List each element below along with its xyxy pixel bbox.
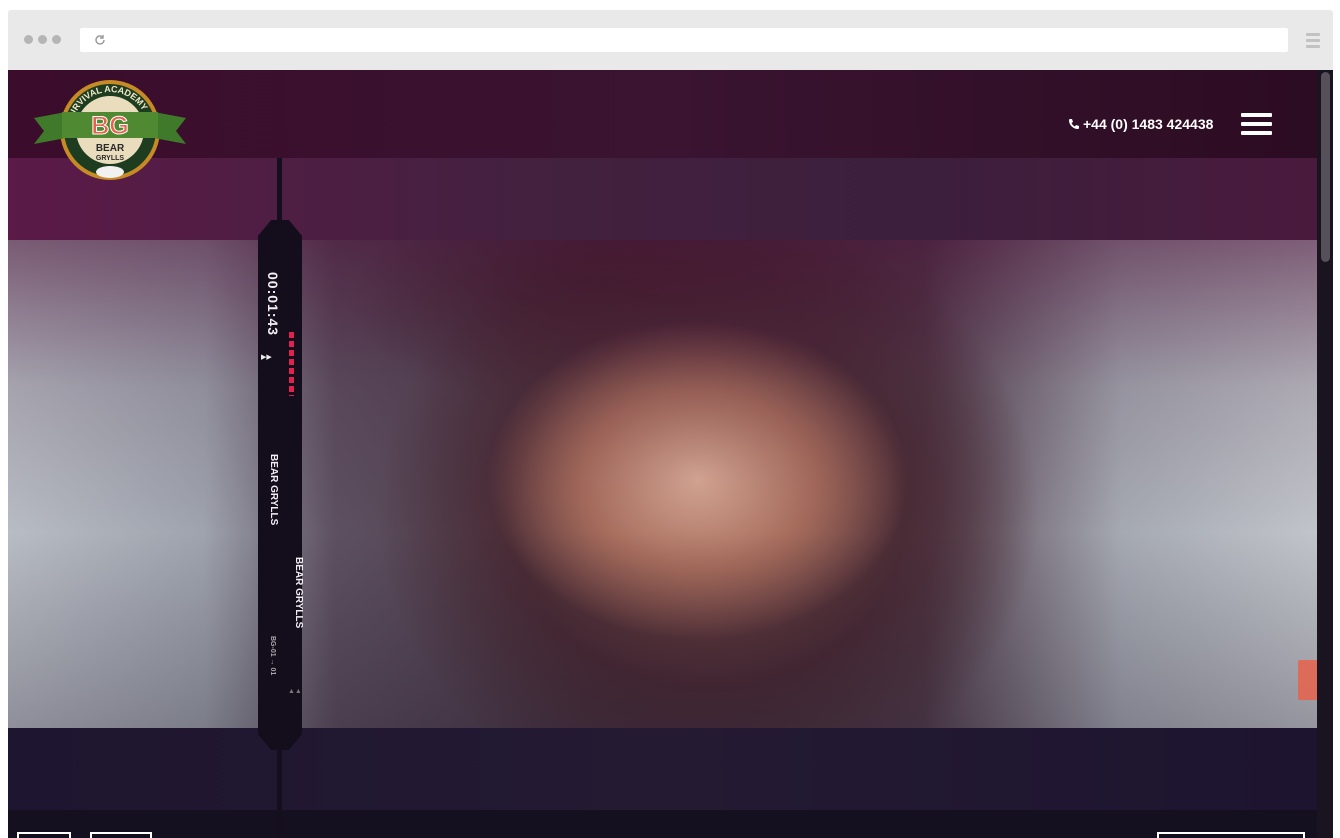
hero-video[interactable]: 00:01:43 ▶▶ BEAR GRYLLS BEAR GRYLLS BG-0… — [8, 70, 1317, 838]
bottom-cta-button[interactable] — [1157, 832, 1305, 838]
window-controls — [24, 35, 61, 44]
bottom-nav-button[interactable] — [90, 832, 152, 838]
browser-window: 00:01:43 ▶▶ BEAR GRYLLS BEAR GRYLLS BG-0… — [8, 10, 1333, 838]
window-dot-icon[interactable] — [38, 35, 47, 44]
hero-image-overlay — [8, 240, 1317, 728]
red-indicator — [289, 332, 294, 396]
lower-letterbox — [8, 728, 1317, 810]
upper-letterbox — [8, 158, 1317, 240]
hamburger-menu-icon[interactable] — [1241, 113, 1272, 137]
footer-band — [8, 810, 1317, 838]
play-arrows-icon: ▶▶ — [261, 354, 272, 361]
hud-name-label: BEAR GRYLLS — [293, 557, 304, 629]
phone-icon — [1069, 119, 1079, 129]
video-watermark — [1298, 660, 1317, 700]
scrollbar-thumb[interactable] — [1321, 72, 1330, 262]
browser-toolbar — [8, 10, 1333, 70]
phone-link[interactable]: +44 (0) 1483 424438 — [1068, 116, 1213, 132]
phone-number[interactable]: +44 (0) 1483 424438 — [1083, 116, 1213, 132]
hud-arrows-icon: ▲▲ — [288, 688, 302, 695]
hud-name-label: BEAR GRYLLS — [268, 454, 279, 526]
page-viewport: 00:01:43 ▶▶ BEAR GRYLLS BEAR GRYLLS BG-0… — [8, 70, 1333, 838]
address-bar[interactable] — [80, 28, 1288, 52]
svg-text:GRYLLS: GRYLLS — [96, 155, 124, 162]
svg-text:BG: BG — [91, 112, 129, 140]
hud-tag: BG-01 → 01 — [269, 636, 276, 676]
header-band — [8, 70, 1317, 158]
scrollbar[interactable] — [1317, 70, 1333, 838]
reload-icon[interactable] — [93, 33, 107, 47]
bottom-nav-button[interactable] — [17, 832, 71, 838]
survival-academy-logo[interactable]: SURVIVAL ACADEMY BG BEAR GRYLLS — [32, 78, 188, 186]
window-dot-icon[interactable] — [52, 35, 61, 44]
window-dot-icon[interactable] — [24, 35, 33, 44]
timecode: 00:01:43 — [265, 272, 281, 337]
browser-menu-icon[interactable] — [1306, 33, 1320, 48]
svg-text:BEAR: BEAR — [96, 143, 125, 154]
